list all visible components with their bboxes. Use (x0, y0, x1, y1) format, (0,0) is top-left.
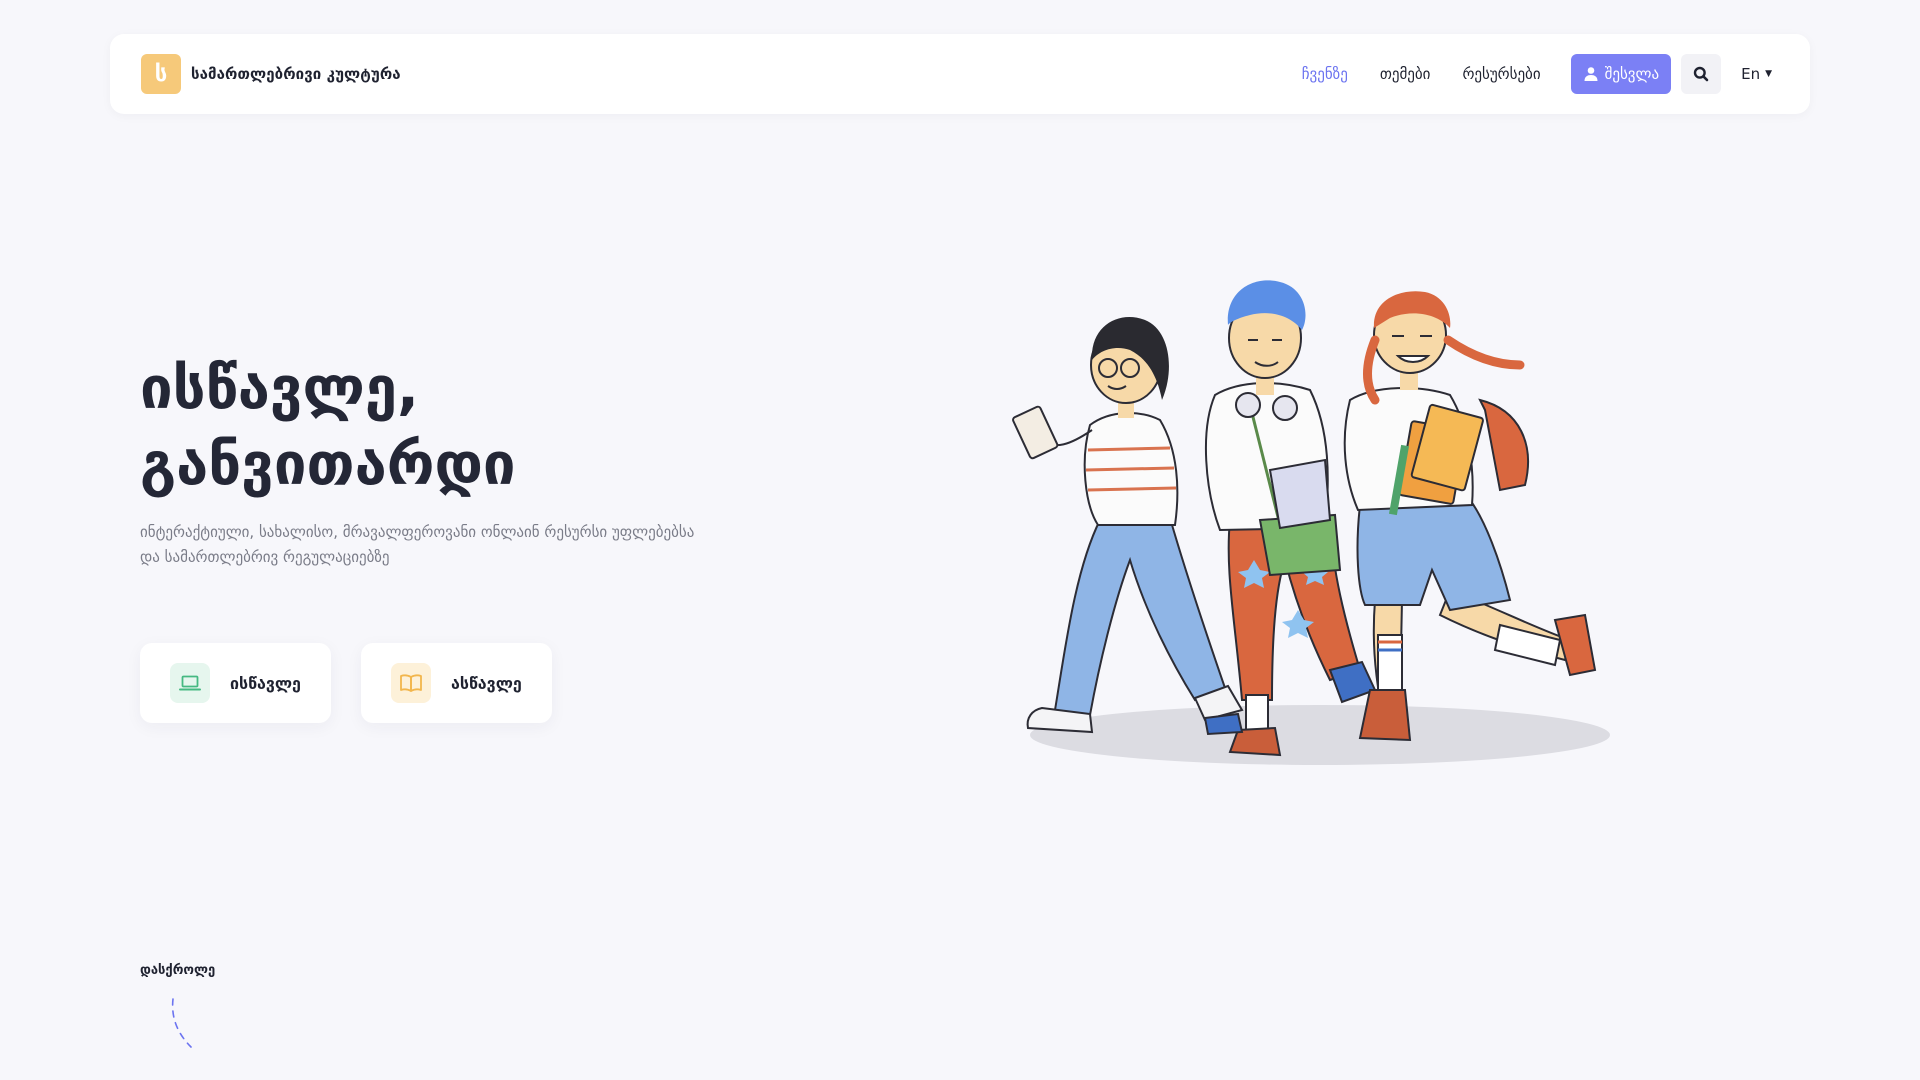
students-illustration (1012, 280, 1610, 765)
chevron-down-icon: ▼ (1765, 69, 1772, 79)
hero-title: ისწავლე, განვითარდი (140, 350, 516, 502)
top-navbar: ს სამართლებრივი კულტურა ჩვენზე თემები რე… (110, 34, 1810, 114)
nav-item-resources[interactable]: რესურსები (1462, 65, 1540, 83)
learn-card[interactable]: ისწავლე (140, 643, 331, 723)
nav-item-about[interactable]: ჩვენზე (1302, 65, 1348, 83)
search-button[interactable] (1681, 54, 1722, 94)
language-selector[interactable]: En ▼ (1741, 65, 1772, 83)
nav-item-topics[interactable]: თემები (1380, 65, 1431, 83)
girl-with-glasses (1012, 316, 1244, 734)
boy-with-blue-hair (1203, 280, 1377, 757)
brand-logo[interactable]: ს (141, 54, 181, 94)
hero-title-line-1: ისწავლე, (140, 354, 420, 422)
login-button[interactable]: შესვლა (1570, 54, 1672, 94)
user-icon (1584, 67, 1598, 81)
login-label: შესვლა (1604, 65, 1660, 83)
teach-card-label: ასწავლე (451, 673, 522, 693)
teach-card[interactable]: ასწავლე (361, 643, 552, 723)
language-label: En (1741, 65, 1761, 83)
scroll-arc-icon (171, 998, 192, 1048)
nav-links: ჩვენზე თემები რესურსები შესვლა En ▼ (1302, 54, 1772, 94)
laptop-icon (170, 663, 210, 703)
brand[interactable]: ს სამართლებრივი კულტურა (141, 54, 401, 94)
learn-card-label: ისწავლე (230, 673, 301, 693)
hero-subtitle: ინტერაქტიული, სახალისო, მრავალფეროვანი ო… (140, 523, 695, 566)
brand-name[interactable]: სამართლებრივი კულტურა (191, 65, 401, 83)
scroll-hint[interactable]: დასქროლე (140, 963, 215, 978)
hero-title-line-2: განვითარდი (140, 430, 516, 498)
book-icon (391, 663, 431, 703)
cta-cards: ისწავლე ასწავლე (140, 643, 582, 723)
girl-with-red-braids (1343, 291, 1597, 742)
search-icon (1693, 66, 1709, 82)
